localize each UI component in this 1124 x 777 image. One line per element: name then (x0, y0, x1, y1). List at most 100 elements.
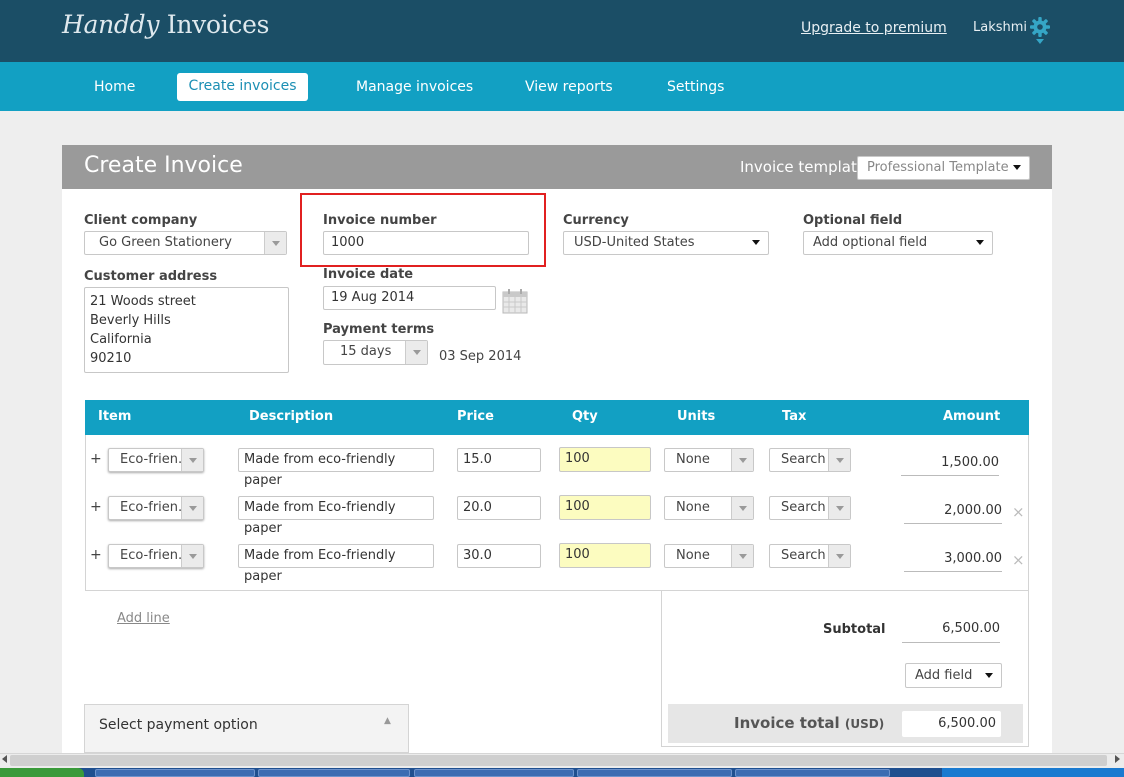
item-select[interactable]: Eco-frien. (108, 448, 204, 472)
column-header-price: Price (457, 409, 494, 424)
taskbar-window-button[interactable] (577, 769, 732, 777)
invoice-date-input[interactable]: 19 Aug 2014 (323, 286, 496, 310)
item-select[interactable]: Eco-frien. (108, 544, 204, 568)
add-line-link[interactable]: Add line (117, 611, 170, 626)
tax-select[interactable]: Search (769, 544, 851, 568)
units-select[interactable]: None (664, 544, 754, 568)
client-company-label: Client company (84, 213, 198, 228)
add-field-select[interactable]: Add field (905, 663, 1002, 688)
chevron-down-icon[interactable] (828, 449, 850, 471)
chevron-down-icon (985, 673, 993, 678)
page-title: Create Invoice (84, 153, 243, 178)
currency-label: Currency (563, 213, 629, 228)
column-header-units: Units (677, 409, 716, 424)
price-input[interactable]: 30.0 (457, 544, 541, 568)
username[interactable]: Lakshmi (973, 20, 1027, 35)
optional-field-select[interactable]: Add optional field (803, 231, 993, 255)
column-header-description: Description (249, 409, 334, 424)
chevron-down-icon[interactable] (731, 545, 753, 567)
upgrade-link[interactable]: Upgrade to premium (801, 20, 947, 36)
chevron-down-icon[interactable] (828, 545, 850, 567)
template-select[interactable]: Professional Template (857, 156, 1030, 180)
tax-select[interactable]: Search (769, 496, 851, 520)
chevron-down-icon[interactable] (181, 545, 203, 567)
address-line: Beverly Hills (90, 313, 171, 328)
template-label: Invoice template (740, 158, 867, 176)
payment-terms-value: 15 days (340, 344, 392, 359)
amount-value: 1,500.00 (901, 455, 999, 476)
units-select[interactable]: None (664, 496, 754, 520)
subtotal-value: 6,500.00 (902, 621, 1000, 643)
address-line: California (90, 332, 152, 347)
nav-view-reports[interactable]: View reports (525, 78, 613, 100)
payment-terms-select[interactable]: 15 days (323, 340, 428, 365)
chevron-down-icon[interactable] (731, 497, 753, 519)
taskbar-window-button[interactable] (95, 769, 255, 777)
units-value: None (676, 500, 710, 515)
app-logo[interactable]: Handdy Invoices (62, 10, 269, 39)
taskbar-window-button[interactable] (735, 769, 890, 777)
qty-input[interactable]: 100 (559, 543, 651, 568)
currency-value: USD-United States (574, 235, 695, 250)
highlight-box (300, 193, 546, 267)
invoice-total-value: 6,500.00 (902, 711, 1001, 737)
chevron-down-icon[interactable] (828, 497, 850, 519)
chevron-down-icon[interactable] (181, 497, 203, 519)
gear-icon[interactable] (1029, 16, 1051, 38)
chevron-down-icon (976, 240, 984, 245)
chevron-down-icon[interactable] (264, 232, 286, 254)
scrollbar-thumb[interactable] (10, 755, 1107, 766)
tax-value: Search (781, 548, 826, 563)
invoice-date-label: Invoice date (323, 267, 414, 282)
chevron-down-icon[interactable] (731, 449, 753, 471)
qty-input[interactable]: 100 (559, 447, 651, 472)
column-header-amount: Amount (943, 409, 1001, 424)
expand-row-button[interactable]: + (90, 451, 102, 467)
customer-address-label: Customer address (84, 269, 218, 284)
column-header-tax: Tax (782, 409, 807, 424)
taskbar-window-button[interactable] (258, 769, 410, 777)
taskbar-window-button[interactable] (414, 769, 574, 777)
tax-value: Search (781, 452, 826, 467)
address-line: 21 Woods street (90, 294, 196, 309)
expand-row-button[interactable]: + (90, 499, 102, 515)
nav-manage-invoices[interactable]: Manage invoices (356, 78, 473, 100)
price-input[interactable]: 15.0 (457, 448, 541, 472)
address-line: 90210 (90, 351, 132, 366)
chevron-down-icon[interactable] (181, 449, 203, 471)
qty-input[interactable]: 100 (559, 495, 651, 520)
units-select[interactable]: None (664, 448, 754, 472)
item-value: Eco-frien. (120, 500, 183, 515)
description-input[interactable]: Made from Eco-friendly paper (238, 544, 434, 584)
currency-select[interactable]: USD-United States (563, 231, 769, 255)
price-input[interactable]: 20.0 (457, 496, 541, 520)
invoice-number-input[interactable]: 1000 (323, 231, 529, 255)
units-value: None (676, 548, 710, 563)
payment-terms-label: Payment terms (323, 322, 435, 337)
customer-address-field[interactable]: 21 Woods street Beverly Hills California… (84, 287, 289, 373)
calendar-icon[interactable] (502, 288, 528, 314)
chevron-down-icon[interactable] (405, 341, 427, 364)
nav-home[interactable]: Home (94, 78, 135, 100)
remove-row-icon[interactable]: × (1012, 551, 1025, 569)
nav-create-invoices[interactable]: Create invoices (177, 73, 308, 101)
scroll-left-icon[interactable] (2, 755, 7, 763)
start-button[interactable] (0, 768, 84, 777)
description-input[interactable]: Made from Eco-friendly paper (238, 496, 434, 536)
invoice-total-text: Invoice total (734, 714, 840, 732)
column-header-item: Item (98, 409, 132, 424)
items-table-body (85, 435, 1029, 591)
tax-select[interactable]: Search (769, 448, 851, 472)
client-company-select[interactable]: Go Green Stationery (84, 231, 287, 255)
description-input[interactable]: Made from eco-friendly paper (238, 448, 434, 488)
item-select[interactable]: Eco-frien. (108, 496, 204, 520)
expand-row-button[interactable]: + (90, 547, 102, 563)
nav-settings[interactable]: Settings (667, 78, 724, 100)
user-menu-caret-icon[interactable] (1036, 39, 1044, 44)
scroll-right-icon[interactable] (1115, 755, 1120, 763)
chevron-up-icon[interactable]: ▲ (384, 716, 391, 726)
optional-field-label: Optional field (803, 213, 903, 228)
remove-row-icon[interactable]: × (1012, 503, 1025, 521)
item-value: Eco-frien. (120, 452, 183, 467)
logo-rest: Invoices (159, 10, 270, 39)
